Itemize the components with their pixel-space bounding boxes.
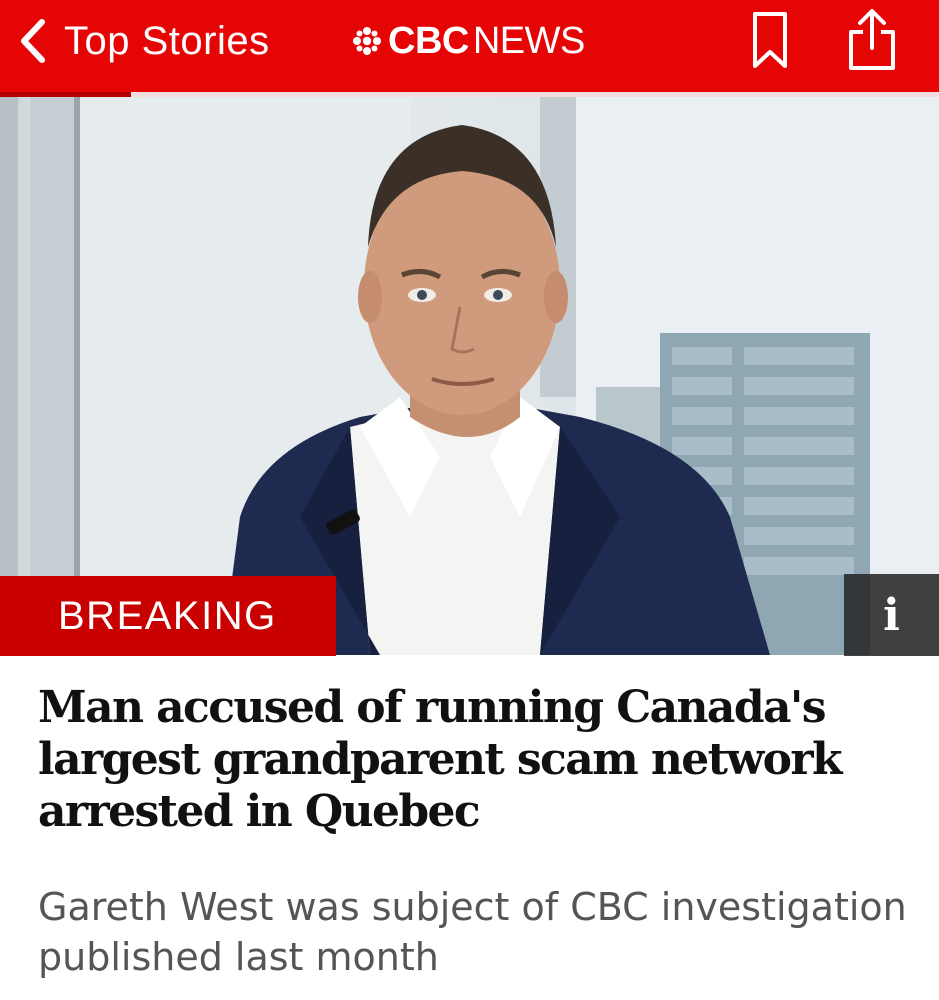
logo-news-text: NEWS — [472, 19, 586, 62]
share-icon[interactable] — [843, 8, 901, 72]
back-button[interactable]: Top Stories — [16, 0, 270, 82]
top-bar: Top Stories CBC NEWS — [0, 0, 939, 92]
article-headline: Man accused of running Canada's largest … — [38, 682, 842, 837]
article-subheadline: Gareth West was subject of CBC investiga… — [38, 885, 907, 979]
hero-image — [0, 97, 939, 655]
photo-info-button[interactable]: i — [844, 574, 939, 656]
logo-cbc-text: CBC — [388, 19, 469, 62]
back-label: Top Stories — [64, 18, 270, 63]
cbc-gem-icon — [353, 27, 381, 55]
chevron-left-icon — [21, 19, 45, 63]
breaking-badge: BREAKING — [0, 576, 336, 656]
bookmark-icon[interactable] — [750, 10, 790, 70]
hero-photo-illustration — [0, 97, 939, 655]
cbc-news-logo: CBC NEWS — [352, 18, 585, 64]
